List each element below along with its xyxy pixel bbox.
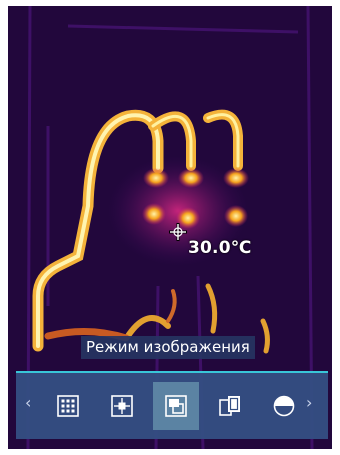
image-mode-toolbar: ‹ › <box>16 371 328 439</box>
thermal-only-icon <box>57 395 79 417</box>
chevron-left-icon[interactable]: ‹ <box>25 393 31 413</box>
visual-only-button[interactable] <box>261 382 307 430</box>
image-mode-label: Режим изображения <box>81 336 255 359</box>
temperature-readout: 30.0℃ <box>188 238 252 258</box>
picture-in-picture-button[interactable] <box>99 382 145 430</box>
side-by-side-button[interactable] <box>207 382 253 430</box>
visual-only-icon <box>273 395 295 417</box>
thermal-only-button[interactable] <box>45 382 91 430</box>
blending-icon <box>165 395 187 417</box>
blending-button[interactable] <box>153 382 199 430</box>
side-by-side-icon <box>219 396 240 416</box>
picture-in-picture-icon <box>111 395 133 417</box>
chevron-right-icon[interactable]: › <box>306 393 312 413</box>
crosshair-icon <box>169 223 187 241</box>
